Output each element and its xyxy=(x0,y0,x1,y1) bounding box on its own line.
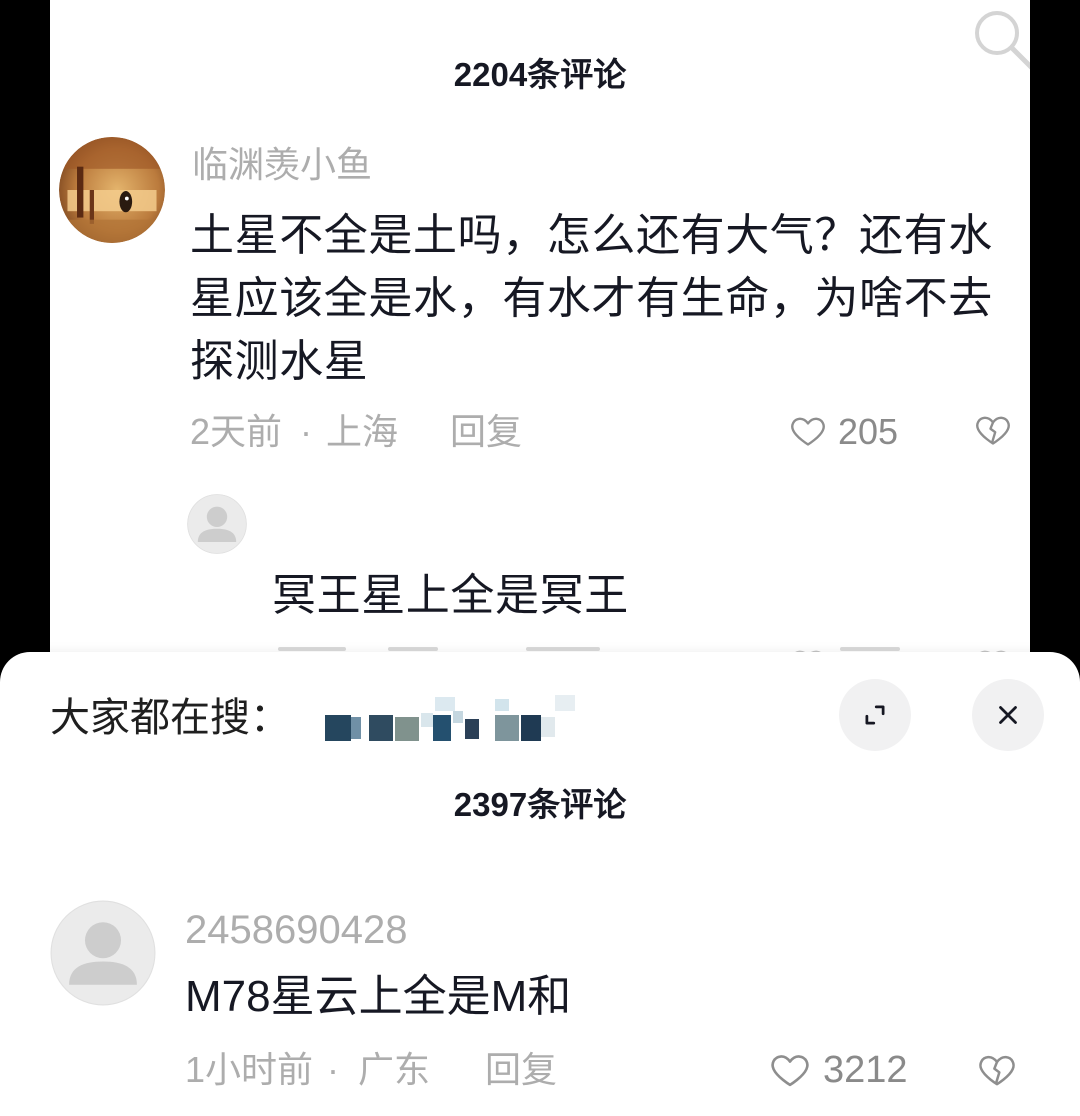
mosaic-block xyxy=(495,699,509,711)
close-button[interactable] xyxy=(972,679,1044,751)
comment-username[interactable]: 2458690428 xyxy=(185,906,407,954)
mosaic-block xyxy=(421,713,433,727)
comment-count-title: 2204条评论 xyxy=(453,56,627,93)
expand-icon xyxy=(865,705,885,725)
meta-separator: · xyxy=(300,411,312,452)
obscured-text-fragment xyxy=(278,647,346,651)
obscured-text-fragment xyxy=(526,647,600,651)
comment-time: 2天前 xyxy=(190,411,283,452)
heart-outline-icon xyxy=(791,417,825,446)
expand-button[interactable] xyxy=(839,679,911,751)
mosaic-block xyxy=(521,715,541,741)
trending-search-label: 大家都在搜： xyxy=(50,696,290,740)
broken-heart-icon[interactable] xyxy=(975,1050,1019,1090)
trending-search-term-blurred[interactable] xyxy=(325,695,575,743)
like-button[interactable]: 3212 xyxy=(765,1046,915,1094)
comment-text-line: 土星不全是土吗，怎么还有大气？还有水 xyxy=(190,211,993,260)
comment-location: 上海 xyxy=(326,411,399,452)
comment-location: 广东 xyxy=(358,1049,431,1090)
mosaic-block xyxy=(351,717,361,739)
comment-text-line: 探测水星 xyxy=(190,337,369,386)
reply-button[interactable]: 回复 xyxy=(450,410,522,454)
mosaic-block xyxy=(325,715,351,741)
mosaic-block xyxy=(435,697,455,711)
meta-separator: · xyxy=(327,1049,339,1090)
like-count: 3212 xyxy=(823,1049,908,1091)
like-count: 205 xyxy=(838,411,899,452)
default-avatar-icon xyxy=(187,494,247,554)
like-button[interactable]: 205 xyxy=(786,408,906,456)
mosaic-block xyxy=(453,711,463,723)
comment-panel-background: 2204条评论 临渊羡小鱼 土星不全是土吗，怎么还有大气？还有水 星应该全是水，… xyxy=(50,0,1030,700)
obscured-text-fragment xyxy=(388,647,438,651)
comment-time: 1小时前 xyxy=(185,1049,314,1090)
comment-sheet: 大家都在搜： 2397条评论 2458690428 M78星云上全是M和 1小时… xyxy=(0,652,1080,1116)
broken-heart-icon[interactable] xyxy=(973,411,1013,449)
avatar[interactable] xyxy=(59,137,165,243)
mosaic-block xyxy=(465,719,479,739)
obscured-text-fragment xyxy=(840,647,900,651)
mosaic-block xyxy=(555,695,575,711)
mosaic-block xyxy=(395,717,419,741)
comment-text-line: 星应该全是水，有水才有生命，为啥不去 xyxy=(190,274,993,323)
close-icon xyxy=(999,706,1017,724)
reply-avatar[interactable] xyxy=(187,494,247,554)
reply-text: 冥王星上全是冥王 xyxy=(272,571,629,620)
comment-text: 土星不全是土吗，怎么还有大气？还有水 星应该全是水，有水才有生命，为啥不去 探测… xyxy=(190,204,993,393)
user-photo-avatar xyxy=(59,137,165,243)
reply-button[interactable]: 回复 xyxy=(485,1048,557,1092)
mosaic-block xyxy=(541,717,555,737)
comment-text: M78星云上全是M和 xyxy=(185,972,572,1021)
default-avatar-icon xyxy=(50,900,156,1006)
mosaic-block xyxy=(369,715,393,741)
avatar[interactable] xyxy=(50,900,156,1006)
comment-username[interactable]: 临渊羡小鱼 xyxy=(192,143,372,187)
heart-outline-icon xyxy=(771,1055,809,1087)
mosaic-block xyxy=(495,715,519,741)
mosaic-block xyxy=(433,715,451,741)
comment-count-title: 2397条评论 xyxy=(453,786,627,823)
